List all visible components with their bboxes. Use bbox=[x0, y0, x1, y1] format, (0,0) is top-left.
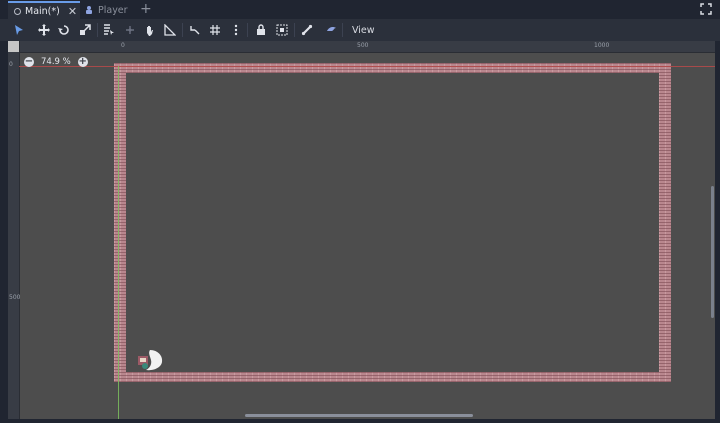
x-axis-line bbox=[19, 66, 715, 67]
add-tab-icon[interactable]: + bbox=[140, 1, 152, 17]
zoom-in-icon[interactable]: + bbox=[77, 57, 88, 67]
group-icon[interactable] bbox=[275, 23, 289, 37]
smart-snap-icon[interactable] bbox=[188, 23, 202, 37]
pan-icon[interactable] bbox=[143, 23, 157, 37]
ruler-v-label: 0 bbox=[9, 61, 13, 68]
canvas-toolbar: View bbox=[0, 19, 720, 41]
bone-icon[interactable] bbox=[300, 23, 314, 37]
more-options-icon[interactable] bbox=[229, 23, 243, 37]
scene-tab-bar: Main(*) ✕ Player + bbox=[0, 0, 720, 19]
brick-wall-left bbox=[114, 63, 126, 382]
move-icon[interactable] bbox=[37, 23, 51, 37]
y-axis-line bbox=[118, 66, 119, 419]
scene-node-icon bbox=[14, 7, 21, 15]
ruler-corner bbox=[8, 41, 19, 52]
select-icon[interactable] bbox=[12, 23, 26, 37]
rotate-icon[interactable] bbox=[57, 23, 71, 37]
tab-main-label: Main(*) bbox=[25, 5, 60, 17]
zoom-level-label[interactable]: 74.9 % bbox=[41, 57, 71, 67]
ruler-h-label: 500 bbox=[357, 42, 369, 49]
vertical-scrollbar[interactable] bbox=[711, 186, 714, 318]
scale-icon[interactable] bbox=[78, 23, 92, 37]
brick-wall-top bbox=[114, 63, 671, 73]
brick-wall-right bbox=[659, 63, 671, 382]
ruler-h-label: 0 bbox=[121, 42, 125, 49]
player-sprite[interactable] bbox=[136, 348, 166, 372]
zoom-out-icon[interactable]: − bbox=[24, 57, 34, 67]
brick-wall-bottom bbox=[114, 372, 671, 382]
canvas-viewport[interactable]: 0 500 1000 0 500 − 74.9 % + bbox=[8, 41, 715, 419]
zoom-controls: − 74.9 % + bbox=[24, 57, 88, 67]
ruler-icon[interactable] bbox=[163, 23, 177, 37]
list-select-icon[interactable] bbox=[102, 23, 116, 37]
fullscreen-icon[interactable] bbox=[700, 3, 712, 15]
ruler-h-label: 1000 bbox=[594, 42, 610, 49]
vertical-ruler: 0 500 bbox=[8, 41, 20, 419]
tab-main[interactable]: Main(*) ✕ bbox=[8, 1, 80, 19]
horizontal-scrollbar[interactable] bbox=[245, 414, 473, 417]
grid-snap-icon[interactable] bbox=[208, 23, 222, 37]
ruler-v-label: 500 bbox=[9, 294, 21, 301]
close-icon[interactable]: ✕ bbox=[68, 5, 77, 18]
horizontal-ruler: 0 500 1000 bbox=[8, 41, 715, 53]
player-scene-icon bbox=[86, 6, 92, 14]
skeleton-icon[interactable] bbox=[324, 23, 338, 37]
tab-player[interactable]: Player bbox=[84, 1, 128, 19]
lock-icon[interactable] bbox=[254, 23, 268, 37]
pivot-icon[interactable] bbox=[123, 23, 137, 37]
view-menu-button[interactable]: View bbox=[347, 22, 380, 38]
tab-player-label: Player bbox=[98, 4, 128, 16]
